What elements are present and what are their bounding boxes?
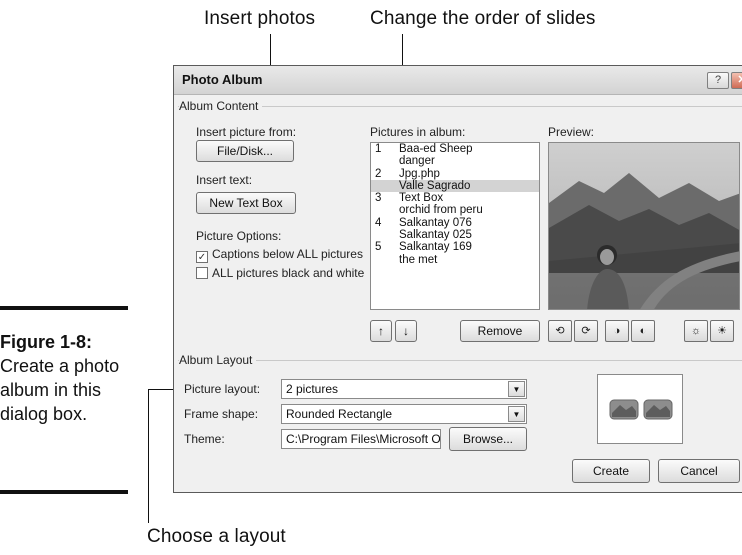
picture-number: 1: [375, 143, 382, 155]
file-disk-button[interactable]: File/Disk...: [196, 140, 294, 162]
preview-photo: [549, 143, 739, 309]
black-white-checkbox[interactable]: ALL pictures black and white: [196, 266, 364, 280]
insert-text-label: Insert text:: [196, 173, 253, 187]
callout-line-choose-layout-v: [148, 389, 149, 523]
move-up-icon: ↑: [378, 324, 384, 338]
figure-caption: Figure 1-8: Create a photo album in this…: [0, 330, 130, 426]
figure-top-bar: [0, 306, 128, 310]
picture-layout-dropdown[interactable]: 2 pictures ▼: [281, 379, 527, 399]
create-button[interactable]: Create: [572, 459, 650, 483]
file-disk-label: File/Disk...: [216, 144, 273, 158]
picture-name: Salkantay 025: [399, 229, 472, 242]
figure-caption-text: Create a photo album in this dialog box.: [0, 356, 120, 424]
remove-button[interactable]: Remove: [460, 320, 540, 342]
new-text-box-button[interactable]: New Text Box: [196, 192, 296, 214]
layout-preview: [597, 374, 683, 444]
increase-brightness-icon[interactable]: ☼: [684, 320, 708, 342]
picture-list-item[interactable]: 1 Baa-ed Sheep: [371, 143, 539, 155]
theme-value: C:\Program Files\Microsoft Of: [286, 432, 441, 446]
photo-album-dialog: Photo Album ? ✕ Album Content Insert pic…: [173, 65, 742, 493]
picture-list-item[interactable]: 5 Salkantay 169: [371, 241, 539, 253]
rotate-left-icon[interactable]: ⟲: [548, 320, 572, 342]
picture-list-item[interactable]: Salkantay 025: [371, 229, 539, 241]
picture-list-item[interactable]: Valle Sagrado: [371, 179, 539, 193]
picture-name: danger: [399, 155, 435, 168]
picture-list-item[interactable]: 2 Jpg.php: [371, 168, 539, 180]
figure-bottom-bar: [0, 490, 128, 494]
dialog-title: Photo Album: [182, 72, 263, 87]
decrease-contrast-icon[interactable]: ◐: [631, 320, 655, 342]
picture-name: Jpg.php: [399, 167, 440, 180]
black-white-box: [196, 267, 208, 279]
move-up-button[interactable]: ↑: [370, 320, 392, 342]
callout-change-order: Change the order of slides: [370, 8, 596, 29]
picture-name: Salkantay 169: [399, 241, 472, 254]
move-down-button[interactable]: ↓: [395, 320, 417, 342]
captions-checkbox-label: Captions below ALL pictures: [212, 247, 363, 261]
chevron-down-icon[interactable]: ▼: [508, 381, 525, 397]
picture-name: Salkantay 076: [399, 216, 472, 229]
decrease-brightness-icon[interactable]: ☀: [710, 320, 734, 342]
browse-label: Browse...: [462, 432, 513, 446]
picture-name: Baa-ed Sheep: [399, 143, 473, 155]
picture-number: 2: [375, 167, 382, 180]
create-label: Create: [592, 464, 630, 478]
theme-label: Theme:: [184, 432, 225, 446]
preview-label: Preview:: [548, 125, 595, 139]
help-button[interactable]: ?: [707, 72, 729, 89]
picture-layout-value: 2 pictures: [286, 382, 339, 396]
theme-field[interactable]: C:\Program Files\Microsoft Of: [281, 429, 441, 449]
picture-number: 5: [375, 241, 382, 254]
picture-list-item[interactable]: danger: [371, 155, 539, 167]
picture-number: 3: [375, 192, 382, 205]
callout-choose-layout: Choose a layout: [147, 526, 286, 547]
move-down-icon: ↓: [403, 324, 409, 338]
picture-name: orchid from peru: [399, 204, 483, 217]
insert-picture-label: Insert picture from:: [196, 125, 297, 139]
captions-check-icon: ✓: [196, 251, 208, 263]
picture-layout-label: Picture layout:: [184, 382, 261, 396]
cancel-label: Cancel: [680, 464, 718, 478]
layout-thumbnail: [609, 399, 673, 420]
picture-name: Valle Sagrado: [399, 179, 471, 192]
picture-list-item[interactable]: 4 Salkantay 076: [371, 217, 539, 229]
increase-contrast-icon[interactable]: ◑: [605, 320, 629, 342]
remove-label: Remove: [477, 324, 523, 338]
album-layout-divider: [178, 360, 742, 361]
frame-shape-value: Rounded Rectangle: [286, 407, 393, 421]
picture-list-item[interactable]: orchid from peru: [371, 204, 539, 216]
rotate-right-icon[interactable]: ⟳: [574, 320, 598, 342]
figure-number: Figure 1-8:: [0, 332, 93, 352]
new-text-box-label: New Text Box: [209, 196, 283, 210]
picture-name: Text Box: [399, 192, 444, 205]
album-content-label: Album Content: [179, 99, 263, 113]
cancel-button[interactable]: Cancel: [658, 459, 740, 483]
picture-options-label: Picture Options:: [196, 229, 282, 243]
preview-image: [548, 142, 740, 310]
pictures-in-album-label: Pictures in album:: [370, 125, 466, 139]
picture-name: the met: [399, 253, 438, 266]
close-button[interactable]: ✕: [731, 72, 742, 89]
picture-list-item[interactable]: 3 Text Box: [371, 192, 539, 204]
chevron-down-icon[interactable]: ▼: [508, 406, 525, 422]
pictures-listbox[interactable]: 1 Baa-ed Sheep danger 2 Jpg.php Valle Sagrado…: [370, 142, 540, 310]
callout-insert-photos: Insert photos: [204, 8, 316, 29]
captions-checkbox[interactable]: ✓ Captions below ALL pictures: [196, 247, 363, 263]
black-white-checkbox-label: ALL pictures black and white: [212, 266, 365, 280]
frame-shape-label: Frame shape:: [184, 407, 259, 421]
album-content-divider: [178, 106, 742, 107]
dialog-titlebar[interactable]: Photo Album ? ✕: [174, 66, 742, 95]
picture-list-item[interactable]: the met: [371, 254, 539, 266]
album-layout-label: Album Layout: [179, 353, 257, 367]
picture-number: 4: [375, 216, 382, 229]
frame-shape-dropdown[interactable]: Rounded Rectangle ▼: [281, 404, 527, 424]
browse-button[interactable]: Browse...: [449, 427, 527, 451]
